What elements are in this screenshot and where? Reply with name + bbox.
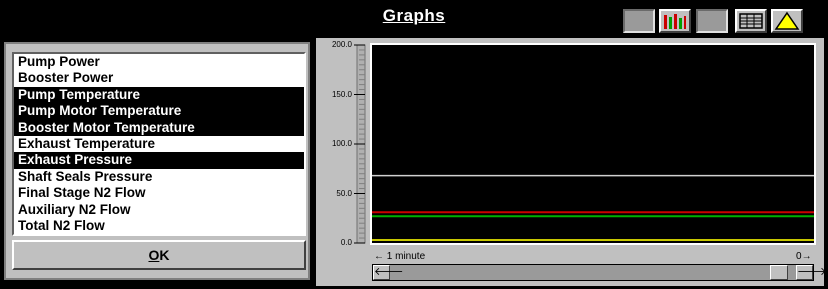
bar-chart-icon [664, 14, 686, 29]
arrow-right-icon: 🡒 [797, 266, 827, 278]
parameter-item[interactable]: Booster Power [14, 70, 304, 86]
parameter-item[interactable]: Pump Power [14, 54, 304, 70]
x-axis-right-label: 0→ [796, 251, 812, 262]
parameter-item[interactable]: Exhaust Pressure [14, 152, 304, 169]
parameter-item[interactable]: Shaft Seals Pressure [14, 169, 304, 185]
parameter-item[interactable]: Total N2 Flow [14, 218, 304, 234]
alarm-button[interactable] [771, 9, 803, 33]
time-scrollbar[interactable]: 🡐 🡒 [372, 264, 827, 281]
y-tick-label: 50.0 [336, 188, 352, 198]
bar-chart-button[interactable] [659, 9, 691, 33]
y-tick-label: 150.0 [331, 89, 352, 99]
scroll-left-button[interactable]: 🡐 [373, 265, 404, 280]
parameter-item[interactable]: Final Stage N2 Flow [14, 185, 304, 201]
y-tick-label: 0.0 [340, 238, 352, 247]
warning-bell-icon [774, 11, 800, 30]
parameter-list[interactable]: Pump Power Booster Power Pump Temperature P… [12, 52, 306, 236]
y-tick-label: 200.0 [331, 40, 352, 49]
toolbar-blank-button[interactable] [623, 9, 655, 33]
arrow-left-icon: 🡐 [374, 266, 404, 278]
parameter-panel: Pump Power Booster Power Pump Temperature P… [4, 42, 310, 280]
plot-lines [372, 174, 814, 242]
parameter-item[interactable]: Auxiliary N2 Flow [14, 202, 304, 218]
plot-area [370, 43, 816, 245]
table-view-button[interactable] [735, 9, 767, 33]
table-view-icon [739, 13, 763, 29]
parameter-item[interactable]: Booster Motor Temperature [14, 119, 304, 136]
parameter-item[interactable]: Pump Motor Temperature [14, 103, 304, 120]
parameter-item[interactable]: Pump Temperature [14, 86, 304, 104]
toolbar-blank-button-2[interactable] [696, 9, 728, 33]
scroll-right-button[interactable]: 🡒 [796, 265, 827, 280]
y-tick-label: 100.0 [331, 139, 352, 148]
ok-button[interactable]: OK [12, 240, 306, 270]
x-axis-left-label: ← 1 minute [374, 251, 426, 262]
scroll-thumb[interactable] [770, 265, 788, 280]
parameter-item[interactable]: Exhaust Temperature [14, 136, 304, 152]
